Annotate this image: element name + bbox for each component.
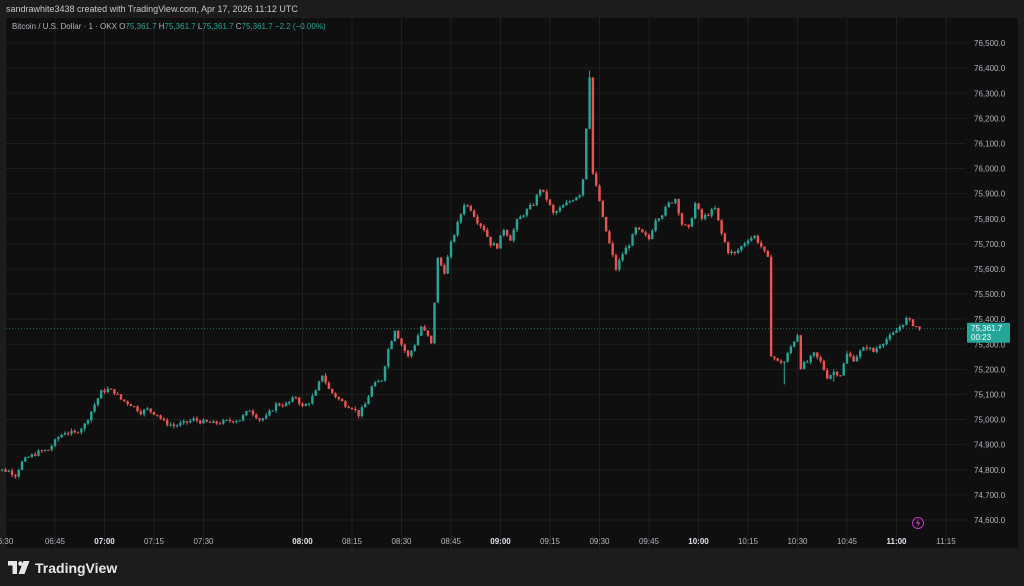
candle-body bbox=[1, 469, 4, 471]
low-value: 75,361.7 bbox=[202, 22, 234, 31]
open-value: 75,361.7 bbox=[125, 22, 157, 31]
ohlc-legend: Bitcoin / U.S. Dollar · 1 · OKX O75,361.… bbox=[12, 22, 326, 31]
tradingview-logo-icon bbox=[8, 561, 30, 574]
change-value: −2.2 (−0.00%) bbox=[274, 22, 326, 31]
header-bar: sandrawhite3438 created with TradingView… bbox=[0, 0, 1024, 18]
price-axis[interactable] bbox=[966, 18, 1018, 548]
header-caption: sandrawhite3438 created with TradingView… bbox=[6, 4, 298, 14]
close-value: 75,361.7 bbox=[241, 22, 273, 31]
tradingview-logo[interactable]: TradingView bbox=[8, 558, 117, 578]
tradingview-logo-text: TradingView bbox=[35, 560, 118, 576]
symbol-label: Bitcoin / U.S. Dollar · 1 · OKX bbox=[12, 22, 117, 31]
footer-bar: TradingView bbox=[0, 548, 1024, 586]
chart-panel[interactable] bbox=[6, 18, 966, 548]
high-value: 75,361.7 bbox=[164, 22, 196, 31]
